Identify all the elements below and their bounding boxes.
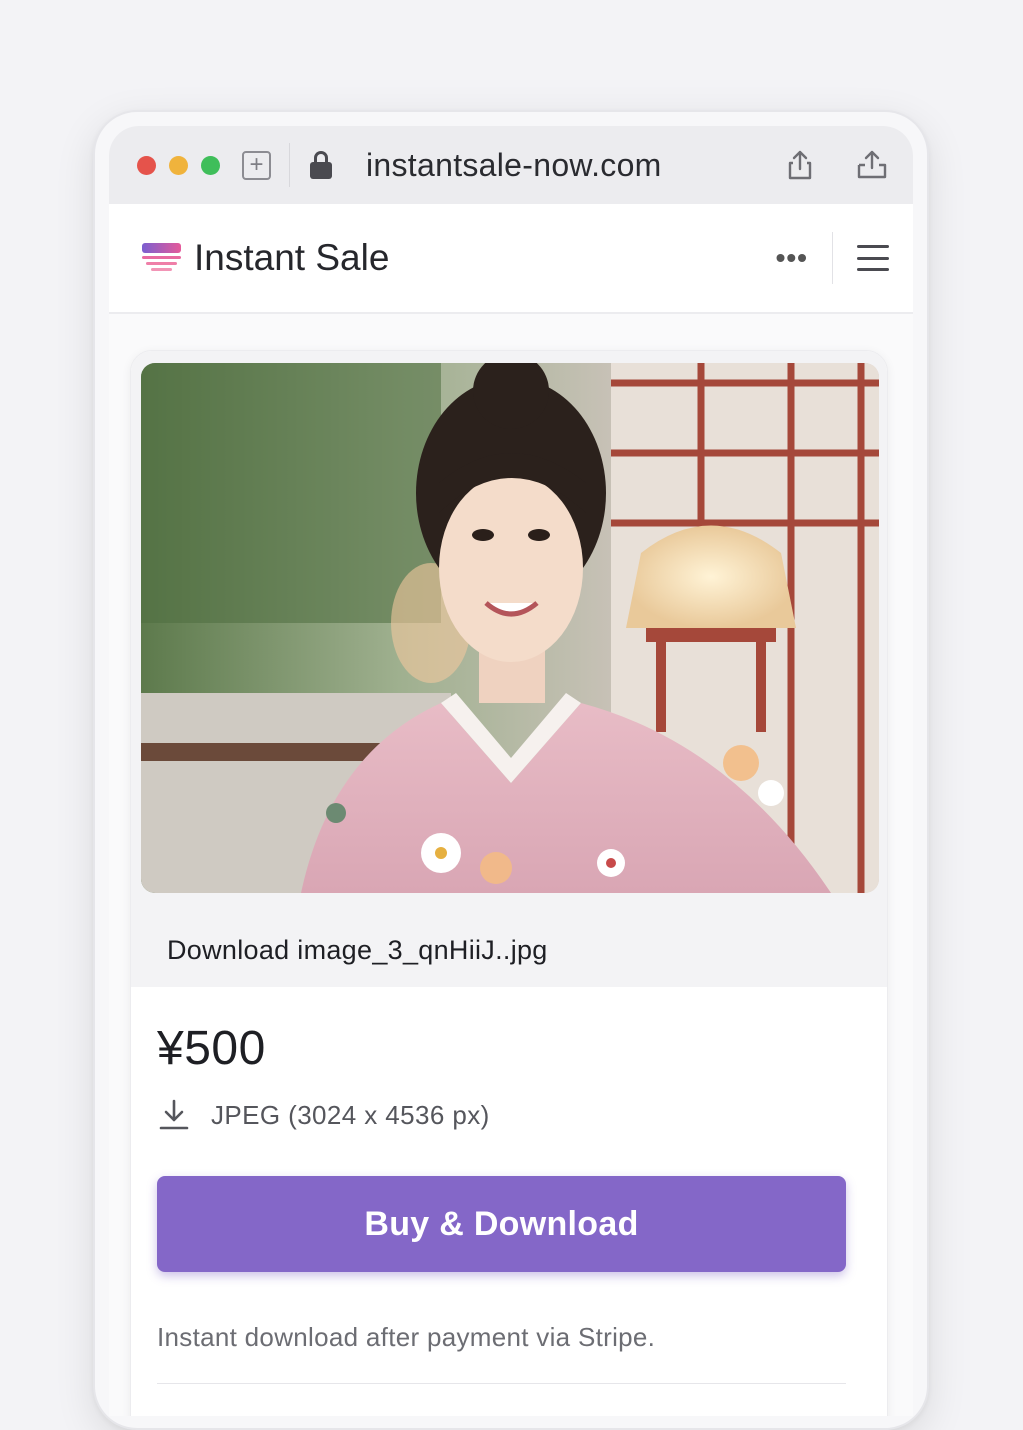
close-window-button[interactable] xyxy=(137,155,156,175)
price: ¥500 xyxy=(157,1022,266,1075)
header-divider xyxy=(832,232,833,284)
purchase-section: ¥500 JPEG (3024 x 4536 px) Buy & Downloa… xyxy=(131,987,887,1384)
product-preview: Download image_3_qnHiiJ..jpg xyxy=(131,351,887,987)
minimize-window-button[interactable] xyxy=(169,155,188,175)
hamburger-icon[interactable] xyxy=(857,245,889,271)
buy-download-button[interactable]: Buy & Download xyxy=(157,1176,846,1272)
payment-note: Instant download after payment via Strip… xyxy=(157,1322,656,1352)
site-header: Instant Sale ••• xyxy=(109,204,913,314)
browser-window: + instantsale-now.com Instant Sale ••• D… xyxy=(109,126,913,1416)
share-icon[interactable] xyxy=(783,148,817,182)
toolbar-divider xyxy=(289,143,290,187)
product-photo[interactable] xyxy=(141,363,879,893)
more-icon[interactable]: ••• xyxy=(776,242,808,274)
product-card: Download image_3_qnHiiJ..jpg ¥500 JPEG (… xyxy=(130,350,888,1416)
file-format: JPEG (3024 x 4536 px) xyxy=(211,1099,490,1130)
download-filename: Download image_3_qnHiiJ..jpg xyxy=(167,935,548,965)
format-info: JPEG (3024 x 4536 px) xyxy=(157,1098,861,1132)
brand-name[interactable]: Instant Sale xyxy=(194,237,776,279)
logo-icon[interactable] xyxy=(141,242,182,274)
divider xyxy=(157,1383,846,1384)
zoom-window-button[interactable] xyxy=(201,155,220,175)
new-tab-icon[interactable]: + xyxy=(242,150,271,180)
download-icon xyxy=(157,1098,191,1132)
browser-toolbar: + instantsale-now.com xyxy=(109,126,913,204)
share-icon[interactable] xyxy=(855,148,889,182)
address-bar[interactable]: instantsale-now.com xyxy=(352,147,745,184)
lock-icon xyxy=(310,151,332,179)
